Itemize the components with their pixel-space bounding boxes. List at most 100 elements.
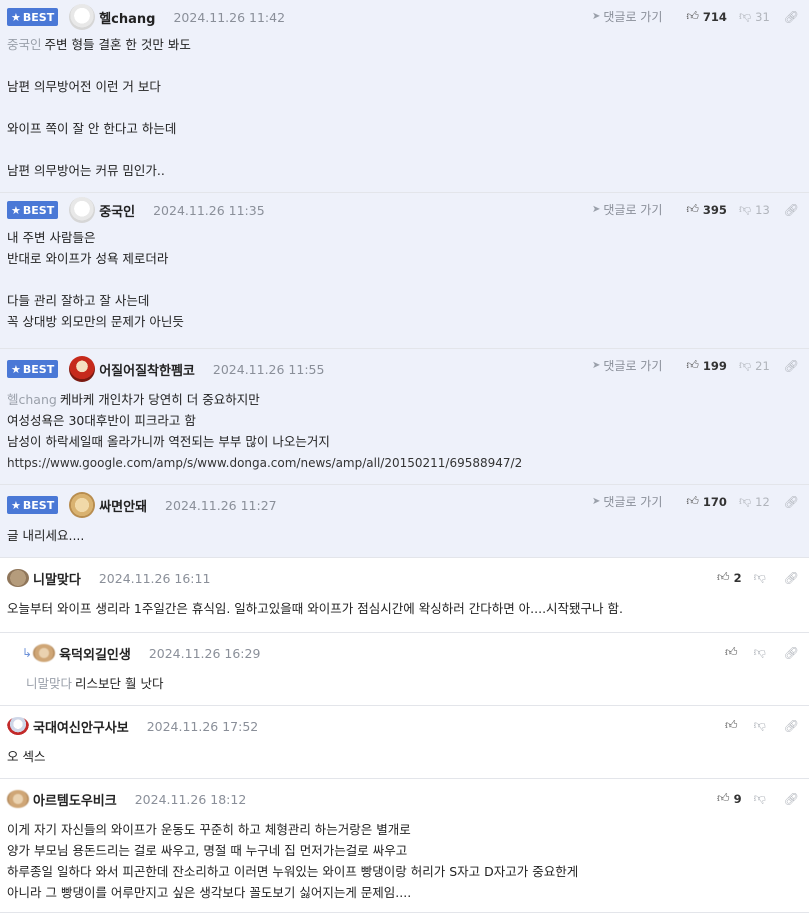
best-badge-label: BEST: [22, 203, 55, 217]
thumbs-down-icon: 👎︎: [753, 791, 766, 805]
nickname[interactable]: 아르템도우비크: [33, 790, 117, 809]
go-to-reply-button[interactable]: ➤ 댓글로 가기: [592, 493, 662, 510]
comment-actions: ➤ 댓글로 가기 👍︎ 170 👎︎ 12 🔗︎: [592, 493, 799, 510]
upvote-button[interactable]: 👍︎ 2: [717, 570, 742, 585]
nickname[interactable]: 헬chang: [99, 8, 155, 27]
upvote-button[interactable]: 👍︎ 170: [686, 494, 727, 509]
nickname[interactable]: 싸면안돼: [99, 496, 147, 515]
comment-line: 중국인 주변 형들 결혼 한 것만 봐도: [7, 34, 809, 55]
cartoon-man-avatar[interactable]: [7, 717, 29, 735]
white-dog-avatar[interactable]: [69, 197, 96, 223]
blurred-dog-avatar[interactable]: [7, 790, 29, 808]
timestamp: 2024.11.26 17:52: [146, 718, 259, 734]
downvote-count: 31: [755, 9, 770, 24]
downvote-button[interactable]: 👎︎: [754, 791, 770, 806]
comment-line: 오 섹스: [7, 746, 809, 767]
downvote-count: 13: [755, 202, 770, 217]
comment-actions: 👍︎ 👎︎ 🔗︎: [713, 645, 799, 660]
link-icon[interactable]: 🔗︎: [784, 792, 799, 806]
comment-line: 와이프 쪽이 잘 안 한다고 하는데: [7, 118, 809, 139]
comment-line: [7, 97, 809, 118]
comment-actions: 👍︎ 👎︎ 🔗︎: [713, 718, 799, 733]
comment-body: 이게 자기 자신들의 와이프가 운동도 꾸준히 하고 체형관리 하는거랑은 별개…: [7, 819, 809, 903]
link-icon[interactable]: 🔗︎: [784, 495, 799, 509]
upvote-button[interactable]: 👍︎: [725, 645, 742, 660]
blurred-dog-avatar[interactable]: [33, 644, 56, 662]
best-comment: ★ BEST 헬chang 2024.11.26 11:42 ➤ 댓글로 가기 👍︎ 714 👎…: [0, 0, 809, 193]
link-icon[interactable]: 🔗︎: [784, 203, 799, 217]
link-icon[interactable]: 🔗︎: [784, 571, 799, 585]
thumbs-up-icon: 👍︎: [686, 202, 699, 216]
downvote-button[interactable]: 👎︎ 21: [739, 358, 770, 373]
comment-text: 남성이 하락세일때 올라가니까 역전되는 부부 많이 나오는거지: [7, 434, 330, 449]
downvote-button[interactable]: 👎︎ 13: [739, 202, 770, 217]
upvote-button[interactable]: 👍︎ 9: [717, 791, 742, 806]
white-dog-avatar[interactable]: [69, 4, 96, 30]
link-icon[interactable]: 🔗︎: [784, 646, 799, 660]
puppy-avatar[interactable]: [69, 492, 96, 518]
timestamp: 2024.11.26 11:42: [173, 9, 286, 25]
thumbs-down-icon: 👎︎: [738, 202, 752, 216]
send-arrow-icon: ➤: [591, 496, 601, 507]
upvote-count: 170: [702, 494, 727, 509]
best-badge: ★ BEST: [7, 496, 59, 514]
comment-body: 오 섹스: [7, 746, 809, 767]
comment-line: 오늘부터 와이프 생리라 1주일간은 휴식임. 일하고있을때 와이프가 점심시간…: [7, 598, 809, 619]
reply-comment: ↳ 육덕외길인생 2024.11.26 16:29 👍︎ 👎︎ 🔗︎ 니말맞다 리스보단 훨 …: [0, 633, 809, 706]
comment-line: 헬chang 케바케 개인차가 당연히 더 중요하지만: [7, 389, 809, 410]
go-to-reply-button[interactable]: ➤ 댓글로 가기: [592, 8, 662, 25]
comment-line: [7, 55, 809, 76]
mention[interactable]: 헬chang: [7, 392, 57, 407]
mention[interactable]: 중국인: [7, 37, 42, 52]
brown-circle-avatar[interactable]: [7, 569, 29, 587]
downvote-button[interactable]: 👎︎ 12: [739, 494, 770, 509]
best-comment: ★ BEST 어질어질착한펨코 2024.11.26 11:55 ➤ 댓글로 가기 👍︎ 19…: [0, 349, 809, 485]
go-to-reply-button[interactable]: ➤ 댓글로 가기: [592, 201, 662, 218]
link-icon[interactable]: 🔗︎: [784, 359, 799, 373]
nickname[interactable]: 어질어질착한펨코: [99, 360, 195, 379]
comment-actions: 👍︎ 2 👎︎ 🔗︎: [705, 570, 799, 585]
upvote-button[interactable]: 👍︎ 395: [686, 202, 727, 217]
thumbs-up-icon: 👍︎: [686, 9, 699, 23]
comment-line: 다들 관리 잘하고 잘 사는데: [7, 290, 809, 311]
upvote-button[interactable]: 👍︎: [725, 718, 742, 733]
comment-line: 꼭 상대방 외모만의 문제가 아닌듯: [7, 311, 809, 332]
comment-body: 내 주변 사람들은 반대로 와이프가 성욕 제로더라 다들 관리 잘하고 잘 사는데…: [7, 227, 809, 332]
comment-line: 내 주변 사람들은: [7, 227, 809, 248]
go-to-reply-button[interactable]: ➤ 댓글로 가기: [592, 357, 662, 374]
thumbs-up-icon: 👍︎: [686, 494, 699, 508]
star-icon: ★: [11, 10, 21, 24]
upvote-count: 9: [733, 791, 742, 806]
nickname[interactable]: 국대여신안구사보: [33, 717, 129, 736]
mention[interactable]: 니말맞다: [26, 676, 72, 691]
best-badge-label: BEST: [22, 10, 55, 24]
link-icon[interactable]: 🔗︎: [784, 719, 799, 733]
best-badge-label: BEST: [22, 498, 55, 512]
downvote-button[interactable]: 👎︎: [754, 645, 770, 660]
upvote-button[interactable]: 👍︎ 199: [686, 358, 727, 373]
comment-text: 와이프 쪽이 잘 안 한다고 하는데: [7, 121, 177, 136]
nickname[interactable]: 니말맞다: [33, 569, 81, 588]
thumbs-down-icon: 👎︎: [753, 570, 766, 584]
comment-line: 남성이 하락세일때 올라가니까 역전되는 부부 많이 나오는거지: [7, 431, 809, 452]
thumbs-up-icon: 👍︎: [725, 645, 738, 659]
reply-arrow-icon: ↳: [22, 646, 33, 660]
red-hood-avatar[interactable]: [69, 356, 96, 382]
comment-actions: ➤ 댓글로 가기 👍︎ 395 👎︎ 13 🔗︎: [592, 201, 799, 218]
nickname[interactable]: 중국인: [99, 201, 135, 220]
downvote-button[interactable]: 👎︎: [754, 570, 770, 585]
comment-line: 글 내리세요....: [7, 525, 809, 546]
go-to-reply-label: 댓글로 가기: [603, 10, 663, 24]
comment-text: 오늘부터 와이프 생리라 1주일간은 휴식임. 일하고있을때 와이프가 점심시간…: [7, 601, 624, 616]
downvote-button[interactable]: 👎︎ 31: [739, 9, 770, 24]
link-icon[interactable]: 🔗︎: [784, 10, 799, 24]
upvote-button[interactable]: 👍︎ 714: [686, 9, 727, 24]
timestamp: 2024.11.26 16:11: [98, 570, 211, 586]
comment: 아르템도우비크 2024.11.26 18:12 👍︎ 9 👎︎ 🔗︎ 이게 자기 자신들의…: [0, 779, 809, 913]
comment-text: 남편 의무방어전 이런 거 보다: [7, 79, 161, 94]
upvote-count: 199: [702, 358, 727, 373]
nickname[interactable]: 육덕외길인생: [59, 644, 131, 663]
downvote-button[interactable]: 👎︎: [754, 718, 770, 733]
comment-line: 아니라 그 빵댕이를 어루만지고 싶은 생각보다 꼴도보기 싫어지는게 문제임.…: [7, 882, 809, 903]
url-link[interactable]: https://www.google.com/amp/s/www.donga.c…: [7, 456, 522, 470]
